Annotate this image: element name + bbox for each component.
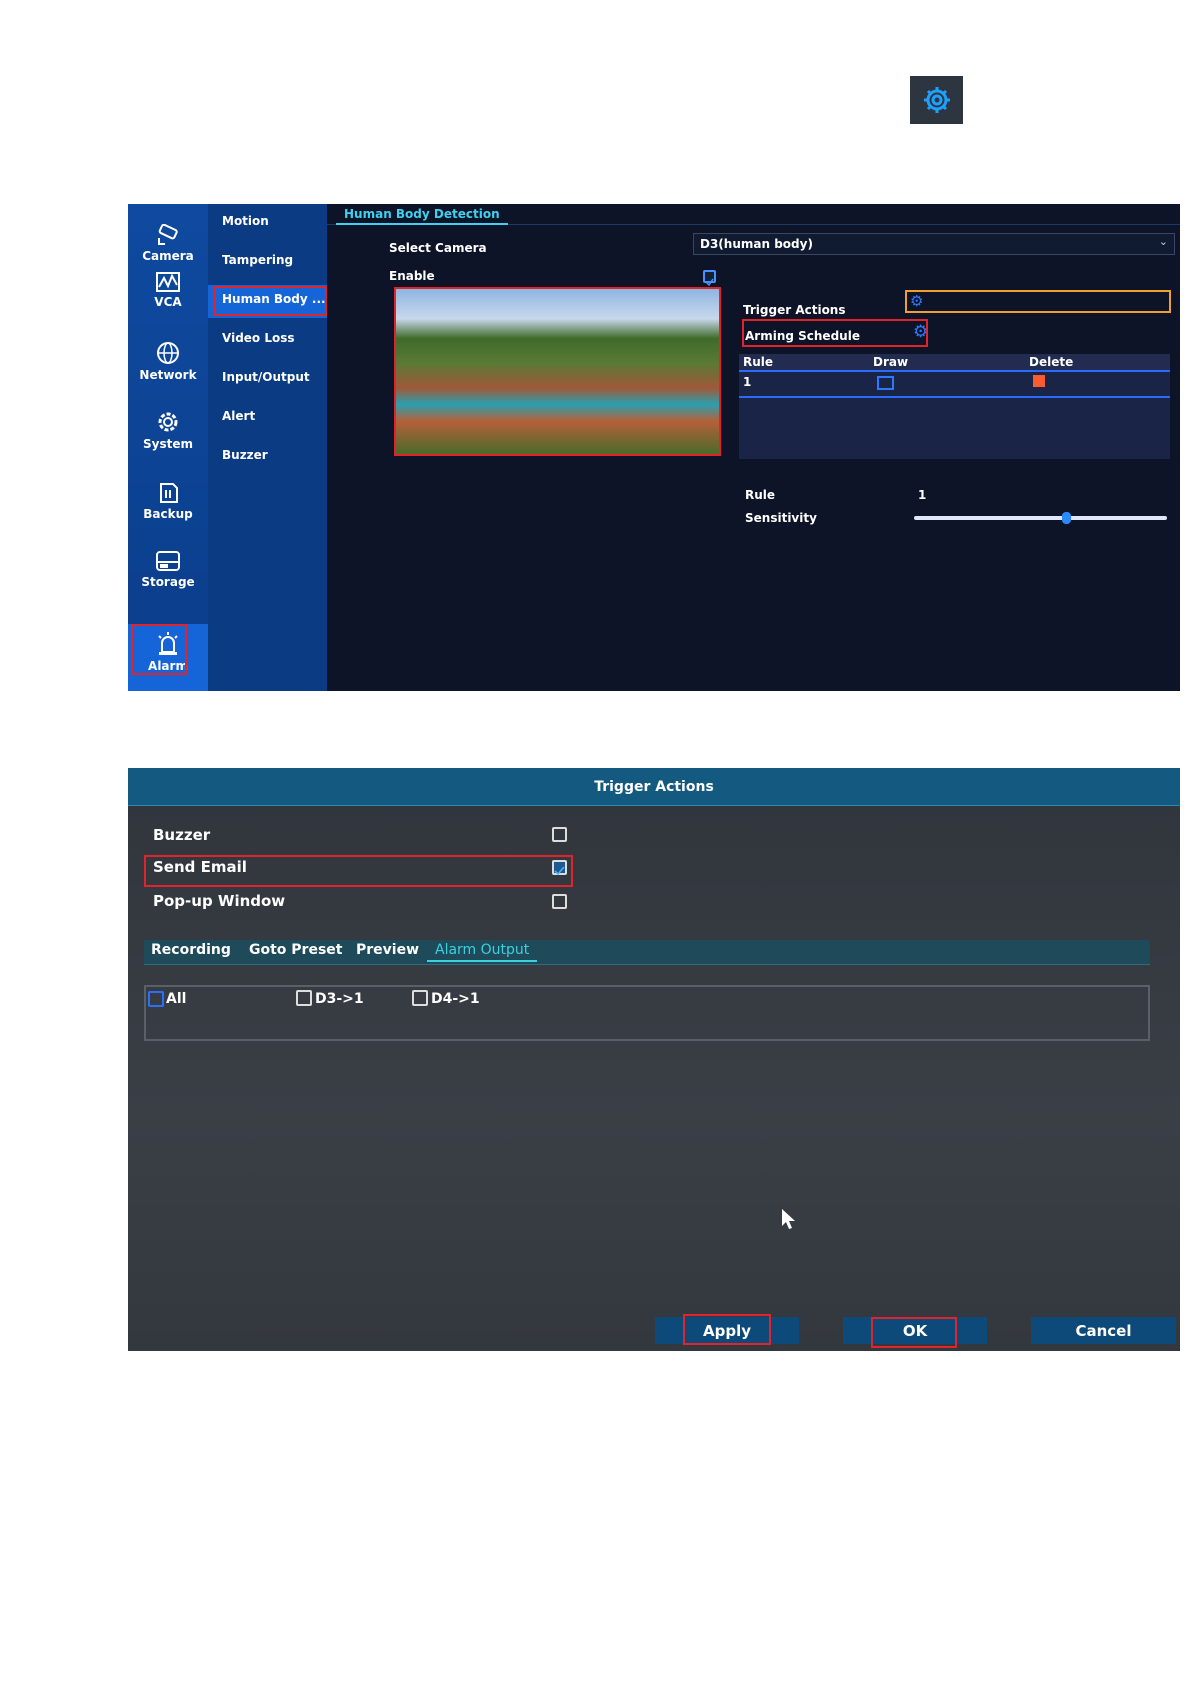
d3-output-label: D3->1 [315, 991, 364, 1007]
main-sidebar: Camera VCA Network System Backup Storage… [128, 204, 208, 691]
storage-icon [156, 551, 180, 571]
camera-preview-image[interactable] [394, 287, 721, 456]
arming-schedule-highlight [742, 319, 928, 347]
alarm-highlight [131, 624, 187, 675]
human-body-highlight [214, 286, 327, 316]
column-header-draw: Draw [873, 355, 909, 369]
option-popup-window-label: Pop-up Window [153, 892, 286, 910]
sidebar-item-backup[interactable]: Backup [128, 480, 208, 521]
column-header-delete: Delete [1029, 355, 1074, 369]
trigger-actions-label: Trigger Actions [743, 303, 846, 317]
rule-value: 1 [918, 488, 927, 502]
mouse-cursor-icon [782, 1209, 795, 1229]
tab-recording[interactable]: Recording [151, 942, 231, 958]
d3-output-checkbox[interactable] [296, 990, 312, 1006]
send-email-highlight [144, 855, 573, 887]
gear-icon [923, 87, 950, 113]
sidebar-item-network[interactable]: Network [128, 341, 208, 382]
submenu-input-output[interactable]: Input/Output [222, 370, 310, 384]
tab-human-body-detection[interactable]: Human Body Detection [336, 207, 508, 225]
tab-preview[interactable]: Preview [356, 942, 419, 958]
rules-table: Rule Draw Delete 1 [739, 354, 1170, 459]
popup-window-checkbox[interactable] [552, 894, 567, 909]
settings-gear-button[interactable] [910, 76, 963, 124]
trash-icon[interactable] [1033, 375, 1045, 387]
option-buzzer-label: Buzzer [153, 826, 211, 844]
submenu-buzzer[interactable]: Buzzer [222, 448, 268, 462]
d4-output-checkbox[interactable] [412, 990, 428, 1006]
sensitivity-label: Sensitivity [745, 511, 817, 525]
tab-alarm-output[interactable]: Alarm Output [427, 942, 538, 962]
tab-bar: Recording Goto Preset Preview Alarm Outp… [144, 940, 1150, 965]
vca-icon [156, 272, 180, 292]
sidebar-item-vca[interactable]: VCA [128, 272, 208, 309]
alarm-output-list: All D3->1 D4->1 [144, 985, 1150, 1041]
enable-label: Enable [389, 269, 435, 283]
draw-icon[interactable] [877, 376, 894, 390]
sidebar-item-storage[interactable]: Storage [128, 550, 208, 589]
camera-select[interactable]: D3(human body) ⌄ [693, 233, 1175, 255]
globe-icon [157, 342, 179, 364]
backup-icon [160, 483, 178, 503]
submenu-alert[interactable]: Alert [222, 409, 255, 423]
buzzer-checkbox[interactable] [552, 827, 567, 842]
tab-goto-preset[interactable]: Goto Preset [249, 942, 342, 958]
alarm-submenu: Motion Tampering Human Body ... Video Lo… [208, 204, 327, 691]
select-camera-label: Select Camera [389, 241, 487, 255]
submenu-video-loss[interactable]: Video Loss [222, 331, 295, 345]
chevron-down-icon: ⌄ [1158, 235, 1168, 248]
human-body-detection-settings: Camera VCA Network System Backup Storage… [128, 204, 1180, 691]
trigger-actions-focus[interactable]: ⚙ [905, 290, 1171, 313]
column-header-rule: Rule [743, 355, 774, 369]
dialog-header: Trigger Actions [128, 768, 1180, 806]
rule-label: Rule [745, 488, 776, 502]
gear-icon: ⚙ [910, 292, 924, 310]
gear-icon [158, 412, 178, 432]
all-label: All [166, 991, 187, 1007]
check-icon [705, 278, 714, 287]
sidebar-item-system[interactable]: System [128, 410, 208, 451]
slider-handle[interactable] [1061, 512, 1071, 524]
table-row[interactable]: 1 [739, 372, 1170, 398]
ok-highlight [871, 1317, 957, 1348]
cancel-button[interactable]: Cancel [1031, 1317, 1176, 1344]
dialog-title: Trigger Actions [594, 778, 714, 795]
all-checkbox[interactable] [148, 991, 164, 1007]
trigger-actions-dialog: Trigger Actions Buzzer Send Email Pop-up… [128, 768, 1180, 1351]
camera-icon [158, 224, 178, 245]
d4-output-label: D4->1 [431, 991, 480, 1007]
submenu-motion[interactable]: Motion [222, 214, 269, 228]
enable-checkbox[interactable] [703, 270, 716, 287]
apply-highlight [683, 1314, 771, 1345]
sensitivity-slider[interactable] [914, 512, 1167, 524]
sidebar-item-camera[interactable]: Camera [128, 204, 208, 263]
submenu-tampering[interactable]: Tampering [222, 253, 293, 267]
